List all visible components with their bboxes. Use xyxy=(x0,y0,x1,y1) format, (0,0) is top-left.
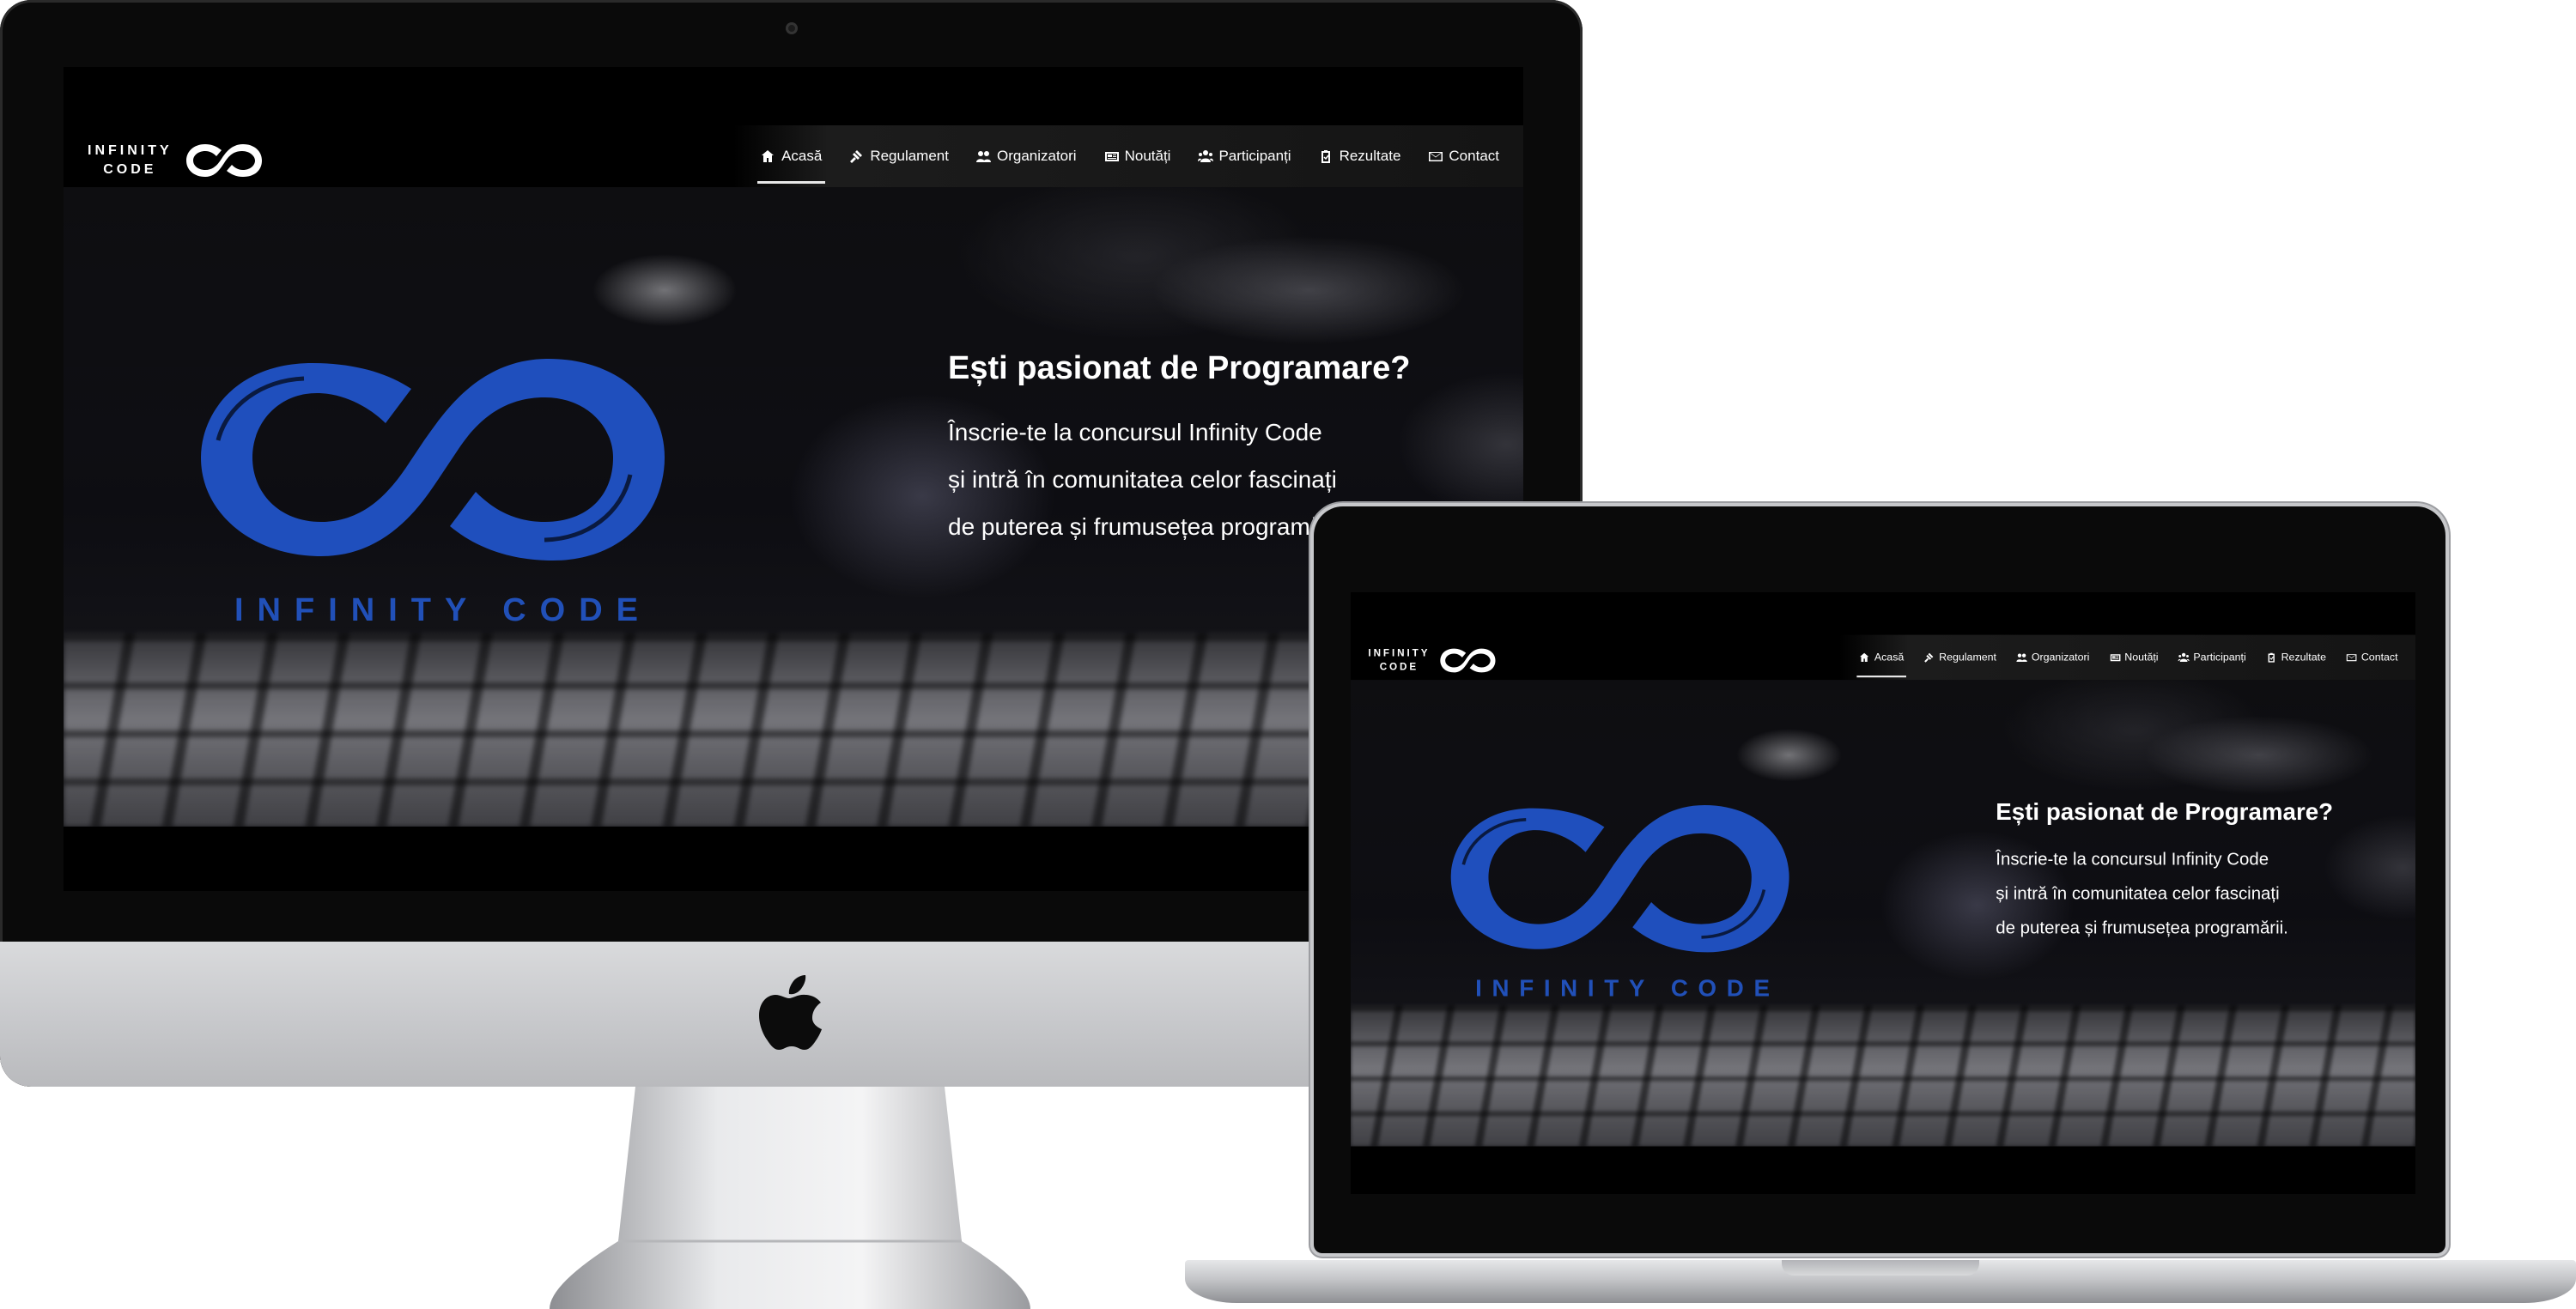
nav-item-0[interactable]: Acasă xyxy=(747,125,835,187)
hero-logo-text: INFINITY CODE xyxy=(234,592,652,628)
nav-item-3[interactable]: Noutăți xyxy=(1091,125,1185,187)
hero-text-line-3: de puterea și frumusețea programării. xyxy=(948,513,1349,540)
home-icon xyxy=(762,150,775,162)
hero-text-line-2: și intră în comunitatea celor fascinați xyxy=(948,466,1337,493)
nav-item-1[interactable]: Regulament xyxy=(835,125,963,187)
nav-item-4[interactable]: Participanți xyxy=(1184,125,1304,187)
nav-item-label: Participanți xyxy=(1218,148,1291,164)
infinity-brand-icon xyxy=(1440,648,1496,673)
brand-line-1: INFINITY xyxy=(1368,647,1431,659)
hero-title: Ești pasionat de Programare? xyxy=(948,350,1411,386)
nav-item-label: Regulament xyxy=(870,148,949,164)
brand-logo[interactable]: INFINITY CODE xyxy=(1368,645,1498,676)
infinity-logo-icon xyxy=(1450,805,1789,953)
nav-item-label: Contact xyxy=(1449,148,1499,164)
nav-item-4[interactable]: Participanți xyxy=(2168,635,2256,681)
nav-menu: Acasă Regulament Organizatori Noutăți Partic… xyxy=(747,125,1513,187)
hero-text-line-1: Înscrie-te la concursul Infinity Code xyxy=(1996,849,2269,869)
apple-logo-icon xyxy=(759,975,822,1050)
brand-line-2: CODE xyxy=(1379,661,1419,673)
brand-line-2: CODE xyxy=(103,162,157,177)
nav-item-6[interactable]: Contact xyxy=(1414,125,1513,187)
nav-item-6[interactable]: Contact xyxy=(2336,635,2409,681)
gavel-icon xyxy=(850,150,863,163)
users-icon xyxy=(2016,653,2027,662)
nav-item-label: Organizatori xyxy=(2031,651,2090,664)
group-icon xyxy=(2178,652,2190,662)
infinity-logo-icon xyxy=(201,359,665,561)
nav-item-2[interactable]: Organizatori xyxy=(2007,635,2099,681)
navbar: INFINITY CODE Acasă Regulament Organizator… xyxy=(1351,634,2415,681)
nav-item-0[interactable]: Acasă xyxy=(1850,635,1914,681)
group-icon xyxy=(1198,150,1214,162)
nav-item-label: Noutăți xyxy=(1124,148,1171,164)
newspaper-icon xyxy=(2110,654,2121,662)
nav-menu: Acasă Regulament Organizatori Noutăți Partic… xyxy=(1850,635,2409,681)
home-icon xyxy=(1860,652,1869,662)
clipboard-check-icon xyxy=(2268,652,2275,663)
nav-item-1[interactable]: Regulament xyxy=(1914,635,2007,681)
imac-stand xyxy=(550,1087,1030,1309)
nav-item-label: Contact xyxy=(2360,651,2398,664)
hero-title: Ești pasionat de Programare? xyxy=(1996,798,2334,826)
infinity-brand-icon xyxy=(185,144,262,177)
nav-item-2[interactable]: Organizatori xyxy=(963,125,1091,187)
hero-text-line-1: Înscrie-te la concursul Infinity Code xyxy=(948,419,1322,445)
envelope-icon xyxy=(1429,152,1443,161)
nav-item-label: Regulament xyxy=(1939,651,1997,664)
nav-item-5[interactable]: Rezultate xyxy=(1305,125,1415,187)
brand-logo[interactable]: INFINITY CODE xyxy=(88,139,265,182)
hero-logo-text: INFINITY CODE xyxy=(1475,975,1780,1003)
envelope-icon xyxy=(2347,654,2357,662)
users-icon xyxy=(975,151,991,162)
hero-text-line-2: și intră în comunitatea celor fascinați xyxy=(1996,883,2280,903)
website: INFINITY CODE Ești pasionat de Programar… xyxy=(1351,592,2415,1193)
nav-item-label: Noutăți xyxy=(2124,651,2159,664)
gavel-icon xyxy=(1924,652,1934,663)
nav-item-5[interactable]: Rezultate xyxy=(2256,635,2336,681)
newspaper-icon xyxy=(1104,152,1119,161)
website: INFINITY CODE Ești pasionat de Programar… xyxy=(64,67,1523,891)
macbook-notch xyxy=(1782,1260,1979,1276)
website-screen-laptop: INFINITY CODE Ești pasionat de Programar… xyxy=(1351,592,2415,1194)
camera-icon xyxy=(786,22,798,34)
clipboard-check-icon xyxy=(1321,150,1330,163)
nav-item-label: Organizatori xyxy=(996,148,1077,164)
navbar: INFINITY CODE Acasă Regulament Organizator… xyxy=(64,125,1523,187)
brand-line-1: INFINITY xyxy=(88,143,173,158)
nav-item-label: Acasă xyxy=(781,148,823,164)
nav-item-label: Participanți xyxy=(2193,651,2246,664)
website-screen-desktop: INFINITY CODE Ești pasionat de Programar… xyxy=(64,67,1523,891)
nav-item-label: Rezultate xyxy=(2281,651,2326,664)
hero-text-line-3: de puterea și frumusețea programării. xyxy=(1996,918,2288,937)
macbook-lid: INFINITY CODE Ești pasionat de Programar… xyxy=(1314,506,2445,1253)
nav-item-3[interactable]: Noutăți xyxy=(2099,635,2168,681)
nav-item-label: Rezultate xyxy=(1339,148,1401,164)
nav-item-label: Acasă xyxy=(1874,651,1905,664)
